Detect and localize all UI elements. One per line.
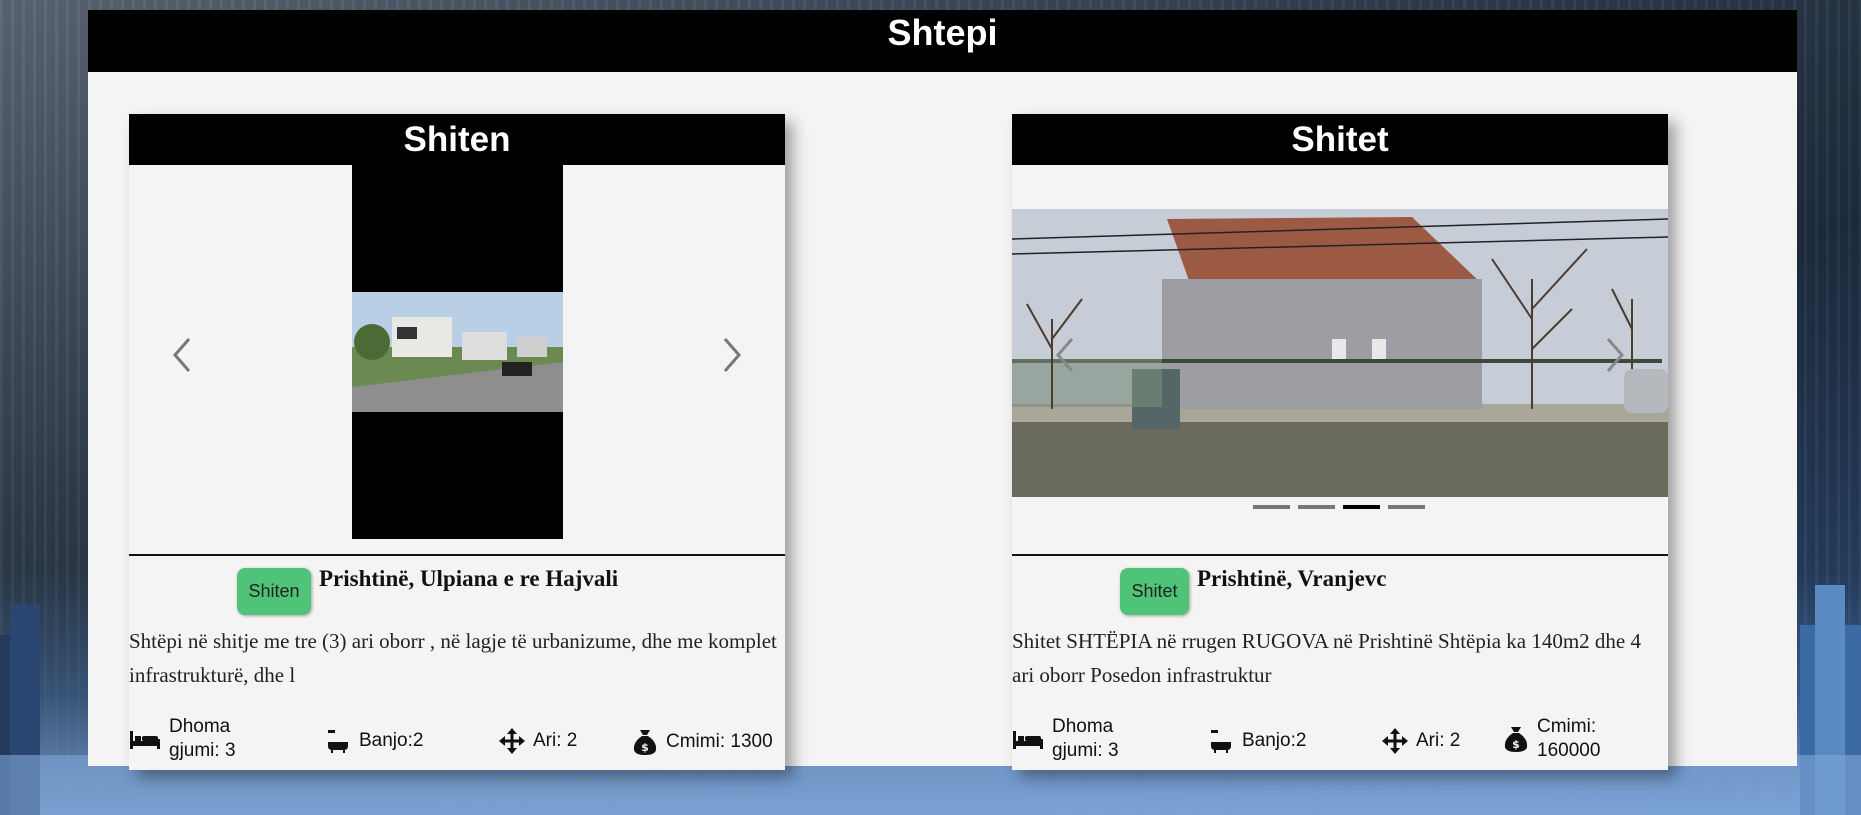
arrows-move-icon <box>499 728 525 754</box>
feature-area: Ari: 2 <box>1382 728 1460 754</box>
money-bag-icon: $ <box>1504 727 1528 752</box>
bathtub-icon <box>1211 730 1231 753</box>
carousel-indicators <box>1253 505 1425 509</box>
feature-bath-text: Banjo:2 <box>359 730 424 751</box>
card-info: Shiten Prishtinë, Ulpiana e re Hajvali S… <box>129 556 785 761</box>
feature-price: $ Cmimi: 160000 <box>1503 715 1627 763</box>
features-row: Dhoma gjumi: 3 Banjo:2 Ari: 2 $ Cmimi: 1… <box>129 715 785 765</box>
property-card[interactable]: Shitet Shitet Prishtinë, Vranjevc Shitet… <box>1012 114 1668 770</box>
features-row: Dhoma gjumi: 3 Banjo:2 Ari: 2 $ Cmimi: 1… <box>1012 715 1668 765</box>
house-photo <box>352 292 563 412</box>
chevron-left-icon[interactable] <box>167 335 197 375</box>
chevron-right-icon[interactable] <box>717 335 747 375</box>
card-title: Shitet <box>1012 114 1668 165</box>
carousel-indicator-active[interactable] <box>1343 505 1380 509</box>
page-title: Shtepi <box>887 12 998 53</box>
carousel-indicator[interactable] <box>1388 505 1425 509</box>
image-carousel[interactable] <box>129 165 785 556</box>
feature-price-text: Cmimi: 1300 <box>666 731 773 752</box>
house-photo <box>1012 209 1668 497</box>
feature-rooms: Dhoma gjumi: 3 <box>1012 715 1192 763</box>
feature-bath: Banjo:2 <box>1208 728 1306 754</box>
feature-area: Ari: 2 <box>499 728 577 754</box>
property-card[interactable]: Shiten Shiten Prishtinë, Ulpiana e re Ha… <box>129 114 785 770</box>
feature-price: $ Cmimi: 1300 <box>632 728 773 756</box>
feature-rooms: Dhoma gjumi: 3 <box>129 715 309 763</box>
chevron-right-icon[interactable] <box>1600 335 1630 375</box>
bathtub-icon <box>328 730 348 753</box>
status-badge: Shitet <box>1120 568 1189 615</box>
arrows-move-icon <box>1382 728 1408 754</box>
card-title: Shiten <box>129 114 785 165</box>
chevron-left-icon[interactable] <box>1050 335 1080 375</box>
bed-icon <box>130 731 160 749</box>
status-badge: Shiten <box>237 568 311 615</box>
bed-icon <box>1013 731 1043 749</box>
carousel-indicator[interactable] <box>1253 505 1290 509</box>
carousel-indicator[interactable] <box>1298 505 1335 509</box>
page-header: Shtepi <box>88 10 1797 72</box>
feature-rooms-text: Dhoma gjumi: 3 <box>1052 716 1119 761</box>
feature-area-text: Ari: 2 <box>533 730 578 751</box>
description-text: Shtëpi në shitje me tre (3) ari oborr , … <box>129 629 777 687</box>
money-bag-icon: $ <box>633 730 657 755</box>
description-text: Shitet SHTËPIA në rrugen RUGOVA në Prish… <box>1012 629 1641 687</box>
svg-text:$: $ <box>641 741 649 754</box>
feature-price-text: Cmimi: 160000 <box>1537 716 1601 761</box>
feature-bath-text: Banjo:2 <box>1242 730 1307 751</box>
property-photo <box>352 165 563 539</box>
card-info: Shitet Prishtinë, Vranjevc Shitet SHTËPI… <box>1012 556 1668 761</box>
location-label: Prishtinë, Ulpiana e re Hajvali <box>319 566 619 591</box>
feature-rooms-text: Dhoma gjumi: 3 <box>169 716 236 761</box>
svg-text:$: $ <box>1512 738 1520 751</box>
feature-bath: Banjo:2 <box>325 728 423 754</box>
feature-area-text: Ari: 2 <box>1416 730 1461 751</box>
image-carousel[interactable] <box>1012 165 1668 556</box>
location-label: Prishtinë, Vranjevc <box>1197 566 1387 591</box>
